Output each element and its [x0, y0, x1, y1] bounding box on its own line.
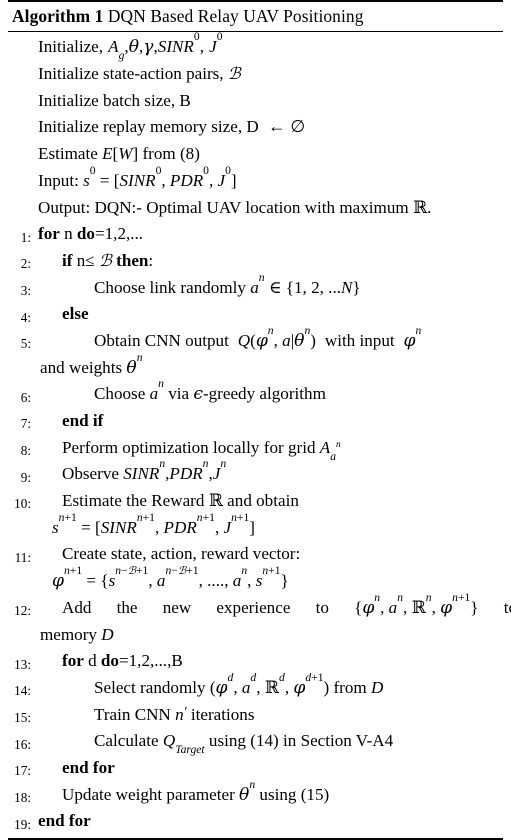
algorithm-step-5: 5: Obtain CNN output Q(𝜑n, a|θn) with inpu… — [6, 323, 505, 356]
line-number: 3: — [20, 282, 31, 298]
line-number: 0: — [6, 569, 36, 596]
line-text: end if — [62, 411, 104, 431]
line-text: end for — [38, 811, 91, 831]
line-number: 0: — [6, 62, 36, 89]
algorithm-line-init-1: 0: Initialize,Ag,θ,γ,SINR0,J0 — [6, 30, 505, 63]
line-text: sn+1 = [SINRn+1, PDRn+1, Jn+1] — [52, 510, 255, 537]
line-text: and weights θn — [40, 350, 143, 378]
algorithm-block: Algorithm 1 DQN Based Relay UAV Position… — [0, 0, 511, 840]
algorithm-step-1: 1: for n do=1,2,... — [6, 222, 505, 249]
line-text: Observe SINRn,PDRn,Jn — [62, 457, 227, 484]
line-text: Initialize batch size, B — [38, 90, 191, 110]
line-number: 0: — [6, 169, 36, 196]
line-number: 15: — [14, 709, 31, 725]
line-text: Initialize replay memory size, D ← ∅ — [38, 117, 306, 137]
line-number: 0: — [6, 623, 36, 650]
algorithm-title-text: DQN Based Relay UAV Positioning — [107, 6, 364, 26]
line-number: 0: — [6, 516, 36, 543]
line-number: 0: — [6, 35, 36, 62]
algorithm-label: Algorithm 1 — [12, 6, 104, 26]
line-text: Perform optimization locally for grid Aa… — [62, 437, 341, 463]
algorithm-line-input: 0: Input: s0 = [SINR0, PDR0, J0] — [6, 163, 505, 196]
line-number: 17: — [14, 763, 31, 779]
line-number: 10: — [14, 496, 31, 512]
line-text: Train CNN n′ iterations — [94, 703, 255, 724]
line-number: 18: — [14, 790, 31, 806]
line-number: 0: — [6, 89, 36, 116]
algorithm-step-7: 7: end if — [6, 409, 505, 436]
algorithm-step-8: 8: Perform optimization locally for grid… — [6, 436, 505, 463]
algorithm-step-12: 12: Add the new experience to {𝜑n, an, ℝn, 𝜑n… — [6, 590, 511, 623]
line-number: 14: — [14, 683, 31, 699]
line-text: if n≤ ℬ then: — [62, 250, 154, 270]
algorithm-line-init-3: 0: Initialize batch size, B — [6, 89, 505, 116]
line-number: 5: — [20, 336, 31, 352]
line-number: 9: — [20, 469, 31, 485]
algorithm-step-4: 4: else — [6, 302, 505, 329]
line-text: Create state, action, reward vector: — [62, 544, 301, 564]
algorithm-step-10: 10: Estimate the Reward ℝ and obtain — [6, 489, 505, 516]
algorithm-line-init-4: 0: Initialize replay memory size, D ←∅ — [6, 115, 505, 142]
line-number: 13: — [14, 656, 31, 672]
line-number: 12: — [14, 603, 31, 619]
line-text: Input: s0 = [SINR0, PDR0, J0] — [38, 163, 237, 190]
algorithm-step-2: 2: if n≤ ℬ then: — [6, 249, 505, 276]
algorithm-step-15: 15: Train CNN n′ iterations — [6, 703, 505, 730]
line-number: 11: — [14, 549, 31, 565]
line-text: Add the new experience to {𝜑n, an, ℝn, 𝜑n+1} t… — [62, 590, 511, 618]
algorithm-step-10-continuation: 0: sn+1 = [SINRn+1, PDRn+1, Jn+1] — [6, 510, 505, 543]
line-text: for n do=1,2,... — [38, 224, 144, 244]
line-number: 8: — [20, 443, 31, 459]
algorithm-step-17: 17: end for — [6, 756, 505, 783]
algorithm-title: Algorithm 1 DQN Based Relay UAV Position… — [6, 2, 505, 31]
line-text: Initialize, Ag,θ,γ,SINR0, J0 — [38, 30, 223, 63]
algorithm-step-14: 14: Select randomly (𝜑d, ad, ℝd, 𝜑d+1) f… — [6, 670, 505, 703]
line-text: else — [62, 304, 89, 324]
line-number: 6: — [20, 389, 31, 405]
algorithm-step-19: 19: end for — [6, 809, 505, 836]
line-number: 4: — [20, 309, 31, 325]
line-text: end for — [62, 757, 115, 777]
line-number: 0: — [6, 142, 36, 169]
line-number: 19: — [14, 816, 31, 832]
line-text: 𝜑n+1 = {sn−ℬ+1, an−ℬ+1, ...., an, sn+1} — [52, 564, 289, 592]
line-number: 16: — [14, 736, 31, 752]
algorithm-line-output: 0: Output: DQN:- Optimal UAV location wi… — [6, 196, 505, 223]
line-text: memory D — [40, 624, 114, 644]
line-number: 1: — [20, 229, 31, 245]
algorithm-step-6: 6: Choose an via ϵ-greedy algorithm — [6, 377, 505, 409]
algorithm-step-18: 18: Update weight parameter θn using (15… — [6, 777, 505, 810]
line-text: Choose an via ϵ-greedy algorithm — [94, 377, 326, 405]
line-text: Select randomly (𝜑d, ad, ℝd, 𝜑d+1) from … — [94, 670, 384, 698]
line-number: 2: — [20, 256, 31, 272]
line-text: Estimate the Reward ℝ and obtain — [62, 491, 299, 512]
line-text: Estimate E[W] from (8) — [38, 144, 200, 164]
algorithm-step-12-continuation: 0: memory D — [6, 623, 505, 650]
line-text: Update weight parameter θn using (15) — [62, 777, 330, 805]
line-text: Choose link randomly an ∈ {1, 2, ...N} — [94, 270, 361, 297]
line-number: 0: — [6, 196, 36, 223]
line-number: 0: — [6, 356, 36, 383]
line-text: Obtain CNN output Q(𝜑n, a|θn) with input 𝜑n — [94, 323, 422, 351]
line-text: Output: DQN:- Optimal UAV location with … — [38, 197, 432, 218]
algorithm-line-init-2: 0: Initialize state-action pairs, ℬ — [6, 62, 505, 89]
algorithm-body: 0: Initialize,Ag,θ,γ,SINR0,J0 0: Initial… — [6, 30, 511, 838]
algorithm-step-3: 3: Choose link randomly an ∈ {1, 2, ...N… — [6, 270, 505, 303]
algorithm-step-9: 9: Observe SINRn,PDRn,Jn — [6, 457, 505, 489]
line-text: Calculate QTarget using (14) in Section … — [94, 731, 394, 757]
algorithm-step-5-continuation: 0: and weights θn — [6, 350, 505, 383]
line-text: Initialize state-action pairs, ℬ — [38, 64, 241, 84]
line-text: for d do=1,2,...,B — [62, 651, 183, 671]
line-number: 7: — [20, 416, 31, 432]
algorithm-line-init-5: 0: Estimate E[W] from (8) — [6, 142, 505, 169]
line-number: 0: — [6, 115, 36, 142]
algorithm-step-16: 16: Calculate QTarget using (14) in Sect… — [6, 729, 505, 756]
